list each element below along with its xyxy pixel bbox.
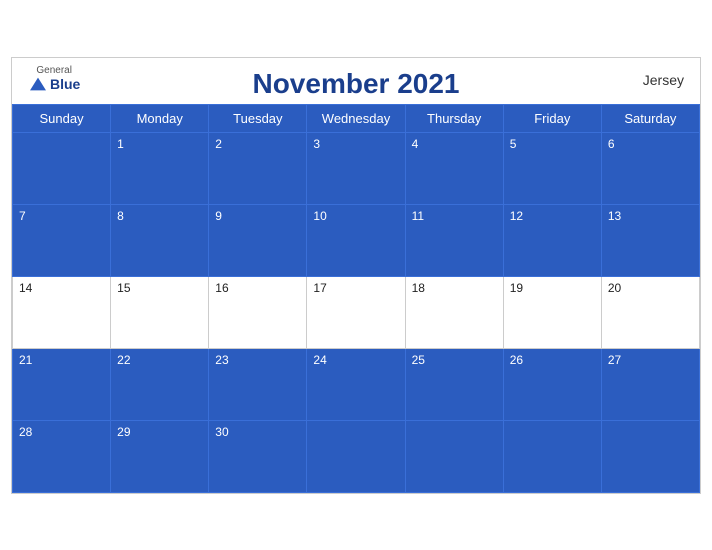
day-number: 8	[117, 209, 202, 223]
day-number: 11	[412, 209, 497, 223]
day-number: 19	[510, 281, 595, 295]
calendar-table: SundayMondayTuesdayWednesdayThursdayFrid…	[12, 104, 700, 493]
day-number: 25	[412, 353, 497, 367]
calendar-cell: 26	[503, 348, 601, 420]
day-number: 5	[510, 137, 595, 151]
day-number: 2	[215, 137, 300, 151]
calendar-cell: 3	[307, 132, 405, 204]
weekday-header-sunday: Sunday	[13, 104, 111, 132]
calendar-cell: 7	[13, 204, 111, 276]
calendar-cell: 25	[405, 348, 503, 420]
day-number: 3	[313, 137, 398, 151]
day-number: 15	[117, 281, 202, 295]
weekday-header-thursday: Thursday	[405, 104, 503, 132]
brand-logo-area: General Blue	[28, 66, 80, 92]
calendar-cell: 12	[503, 204, 601, 276]
day-number: 20	[608, 281, 693, 295]
day-number: 9	[215, 209, 300, 223]
calendar-header: General Blue November 2021 Jersey	[12, 58, 700, 104]
day-number: 26	[510, 353, 595, 367]
calendar-cell: 2	[209, 132, 307, 204]
calendar-cell: 5	[503, 132, 601, 204]
weekday-header-tuesday: Tuesday	[209, 104, 307, 132]
day-number: 21	[19, 353, 104, 367]
week-row-3: 21 22 23 24 25 26 27	[13, 348, 700, 420]
calendar-cell: 23	[209, 348, 307, 420]
day-number: 1	[117, 137, 202, 151]
calendar-cell: 13	[601, 204, 699, 276]
week-row-4: 28 29 30	[13, 420, 700, 492]
day-number: 13	[608, 209, 693, 223]
calendar-cell	[503, 420, 601, 492]
calendar-cell: 29	[111, 420, 209, 492]
day-number: 14	[19, 281, 104, 295]
calendar-cell: 21	[13, 348, 111, 420]
calendar-cell: 22	[111, 348, 209, 420]
day-number: 28	[19, 425, 104, 439]
day-number: 30	[215, 425, 300, 439]
week-row-1: 789 10 11 12 13	[13, 204, 700, 276]
day-number: 7	[19, 209, 104, 223]
week-row-0: 123456	[13, 132, 700, 204]
calendar-title: November 2021	[28, 68, 684, 100]
day-number: 17	[313, 281, 398, 295]
day-number: 22	[117, 353, 202, 367]
calendar-cell: 27	[601, 348, 699, 420]
region-label: Jersey	[643, 72, 684, 88]
day-number: 27	[608, 353, 693, 367]
week-row-2: 14 15 16 17 18 19 20	[13, 276, 700, 348]
calendar-cell: 14	[13, 276, 111, 348]
calendar-cell: 6	[601, 132, 699, 204]
calendar-cell	[13, 132, 111, 204]
weekday-header-friday: Friday	[503, 104, 601, 132]
day-number: 4	[412, 137, 497, 151]
calendar-wrapper: General Blue November 2021 Jersey Sunday…	[11, 57, 701, 494]
weekday-header-row: SundayMondayTuesdayWednesdayThursdayFrid…	[13, 104, 700, 132]
day-number: 23	[215, 353, 300, 367]
day-number: 12	[510, 209, 595, 223]
brand-bird-icon	[28, 76, 48, 92]
calendar-cell: 20	[601, 276, 699, 348]
brand-blue-text: Blue	[50, 77, 80, 91]
calendar-cell	[601, 420, 699, 492]
calendar-cell: 15	[111, 276, 209, 348]
calendar-cell: 30	[209, 420, 307, 492]
day-number: 16	[215, 281, 300, 295]
day-number: 10	[313, 209, 398, 223]
calendar-cell: 19	[503, 276, 601, 348]
calendar-cell: 10	[307, 204, 405, 276]
weekday-header-monday: Monday	[111, 104, 209, 132]
calendar-cell	[405, 420, 503, 492]
weekday-header-wednesday: Wednesday	[307, 104, 405, 132]
day-number: 6	[608, 137, 693, 151]
calendar-cell: 18	[405, 276, 503, 348]
calendar-cell: 28	[13, 420, 111, 492]
brand-general-text: General	[36, 66, 72, 76]
calendar-cell: 24	[307, 348, 405, 420]
calendar-cell: 8	[111, 204, 209, 276]
day-number: 29	[117, 425, 202, 439]
calendar-cell: 1	[111, 132, 209, 204]
day-number: 24	[313, 353, 398, 367]
calendar-cell: 11	[405, 204, 503, 276]
calendar-cell: 9	[209, 204, 307, 276]
weekday-header-saturday: Saturday	[601, 104, 699, 132]
calendar-cell	[307, 420, 405, 492]
calendar-cell: 17	[307, 276, 405, 348]
calendar-cell: 16	[209, 276, 307, 348]
day-number: 18	[412, 281, 497, 295]
calendar-cell: 4	[405, 132, 503, 204]
